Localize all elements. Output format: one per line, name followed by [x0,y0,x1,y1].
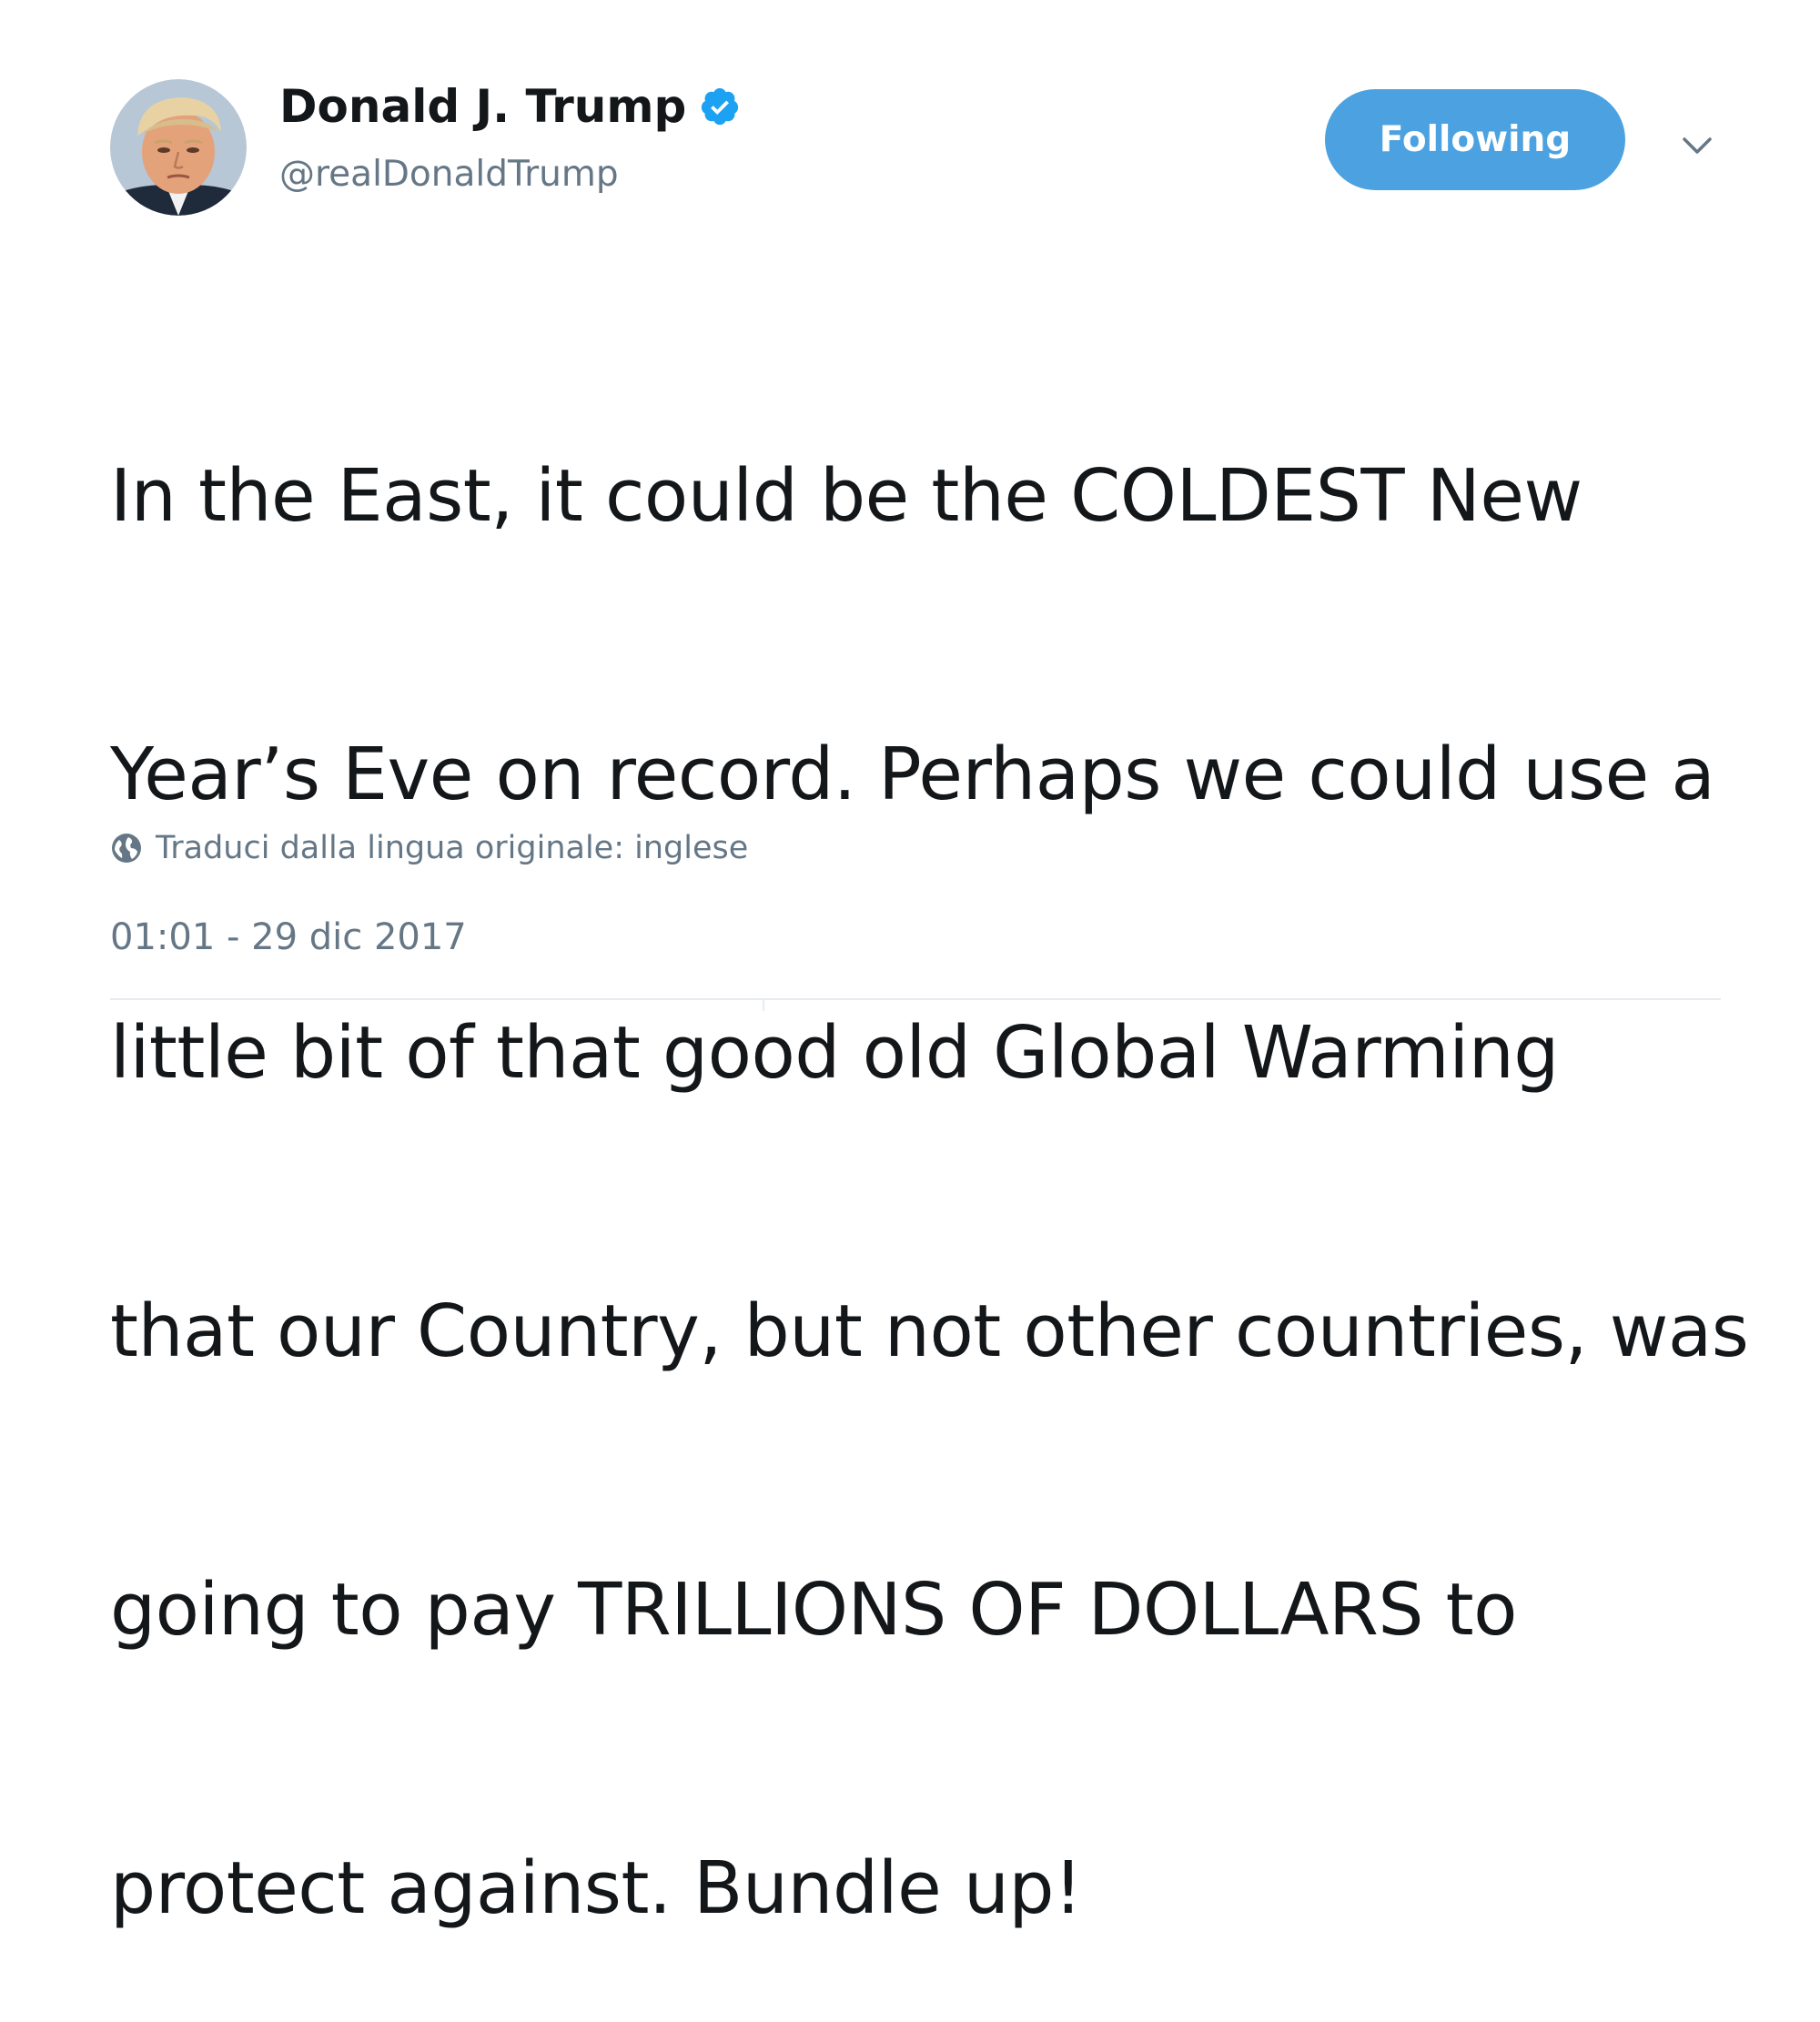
translate-link[interactable]: Traduci dalla lingua originale: inglese [110,832,748,864]
divider-tick [763,998,764,1011]
chevron-down-icon[interactable] [1677,130,1717,161]
verified-badge-icon [699,86,741,127]
translate-label[interactable]: Traduci dalla lingua originale: inglese [156,832,748,864]
avatar[interactable] [110,79,247,216]
tweet-text: In the East, it could be the COLDEST New… [110,264,1749,2022]
tweet-text-line: protect against. Bundle up! [110,1846,1083,1930]
avatar-image [110,79,247,216]
following-button[interactable]: Following [1325,89,1625,190]
tweet-text-line: Year’s Eve on record. Perhaps we could u… [110,733,1715,816]
author-name-row[interactable]: Donald J. Trump [279,84,741,129]
divider [110,998,1721,1000]
tweet-timestamp[interactable]: 01:01 - 29 dic 2017 [110,919,467,955]
display-name[interactable]: Donald J. Trump [279,84,686,129]
tweet-text-line: that our Country, but not other countrie… [110,1289,1749,1373]
tweet-text-line: going to pay TRILLIONS OF DOLLARS to [110,1568,1518,1652]
tweet-card: Donald J. Trump @realDonaldTrump Followi… [0,0,1820,1930]
author-handle[interactable]: @realDonaldTrump [279,157,619,192]
globe-icon [110,832,143,864]
tweet-text-line: In the East, it could be the COLDEST New [110,454,1582,538]
tweet-text-line: little bit of that good old Global Warmi… [110,1011,1559,1095]
